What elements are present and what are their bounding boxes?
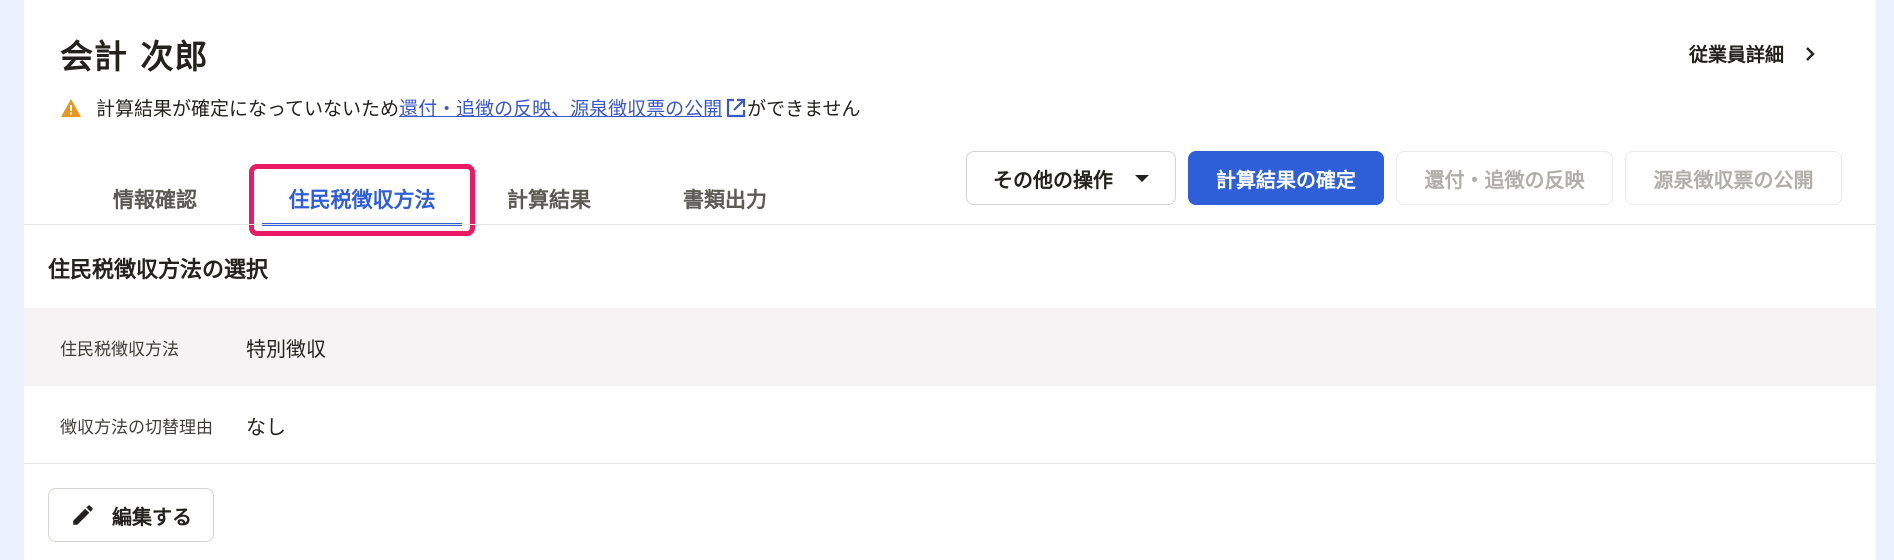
edit-button[interactable]: 編集する <box>48 488 214 542</box>
section-title: 住民税徴収方法の選択 <box>48 258 269 283</box>
reflect-refund-label: 還付・追徴の反映 <box>1424 167 1585 192</box>
warning-link-text: 還付・追徴の反映、源泉徴収票の公開 <box>399 98 723 120</box>
divider <box>24 463 1876 464</box>
row-value: なし <box>246 414 286 439</box>
tab-bar: 情報確認 住民税徴収方法 計算結果 書類出力 <box>84 164 790 236</box>
other-actions-label: その他の操作 <box>993 167 1113 192</box>
publish-withholding-button[interactable]: 源泉徴収票の公開 <box>1625 151 1842 205</box>
employee-card: 会計 次郎 従業員詳細 計算結果が確定になっていないため 還付・追徴の反映、源泉… <box>24 0 1876 560</box>
tab-label: 計算結果 <box>507 188 591 212</box>
tab-label: 情報確認 <box>113 188 197 212</box>
warning-link[interactable]: 還付・追徴の反映、源泉徴収票の公開 <box>399 94 747 121</box>
chevron-right-icon <box>1806 46 1815 61</box>
confirm-result-label: 計算結果の確定 <box>1216 167 1356 192</box>
reflect-refund-button[interactable]: 還付・追徴の反映 <box>1396 151 1613 205</box>
edit-button-label: 編集する <box>112 504 192 529</box>
external-link-icon <box>726 98 746 117</box>
warning-prefix: 計算結果が確定になっていないため <box>96 98 400 120</box>
employee-detail-label: 従業員詳細 <box>1688 44 1784 66</box>
other-actions-button[interactable]: その他の操作 <box>966 151 1176 205</box>
warning-triangle-icon <box>61 98 81 117</box>
action-buttons: その他の操作 計算結果の確定 還付・追徴の反映 源泉徴収票の公開 <box>966 151 1842 205</box>
table-row: 住民税徴収方法 特別徴収 <box>24 308 1876 386</box>
row-value: 特別徴収 <box>246 336 326 361</box>
employee-detail-link[interactable]: 従業員詳細 <box>1689 40 1818 67</box>
tab-resident-tax-method[interactable]: 住民税徴収方法 <box>249 164 475 236</box>
caret-down-icon <box>1135 174 1149 182</box>
table-row: 徴収方法の切替理由 なし <box>24 386 1876 464</box>
pencil-icon <box>73 505 93 525</box>
tab-calculation-result[interactable]: 計算結果 <box>484 170 614 226</box>
tab-label: 書類出力 <box>683 188 767 212</box>
warning-message: 計算結果が確定になっていないため 還付・追徴の反映、源泉徴収票の公開 ができませ… <box>60 94 861 121</box>
tab-document-output[interactable]: 書類出力 <box>660 170 790 226</box>
row-label: 徴収方法の切替理由 <box>60 417 213 438</box>
warning-suffix: ができません <box>747 98 861 120</box>
tab-info-check[interactable]: 情報確認 <box>84 170 226 226</box>
confirm-result-button[interactable]: 計算結果の確定 <box>1188 151 1384 205</box>
tab-label: 住民税徴収方法 <box>288 188 436 212</box>
employee-name: 会計 次郎 <box>60 37 209 76</box>
publish-withholding-label: 源泉徴収票の公開 <box>1653 167 1814 192</box>
row-label: 住民税徴収方法 <box>60 339 179 360</box>
divider <box>24 224 1876 225</box>
